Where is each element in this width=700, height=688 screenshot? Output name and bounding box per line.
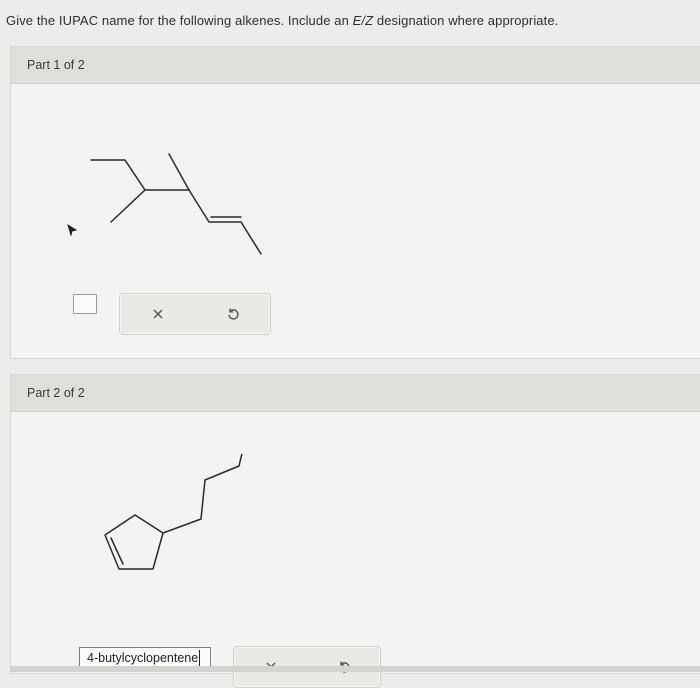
reset-button-part-1[interactable] <box>220 301 246 327</box>
ez-designation: E/Z <box>352 13 374 28</box>
cursor-icon <box>67 224 77 236</box>
part-1-header: Part 1 of 2 <box>11 47 700 84</box>
part-1-card: Part 1 of 2 <box>10 46 700 359</box>
part-1-title: Part 1 of 2 <box>27 58 85 72</box>
question-prefix: Give the IUPAC name for the following al… <box>6 13 353 28</box>
answer-input-part-1[interactable] <box>73 294 97 314</box>
bottom-strip <box>10 666 700 672</box>
alkene-structure-2 <box>104 454 243 570</box>
action-box-part-1 <box>119 293 271 335</box>
alkene-structure-1 <box>90 153 262 255</box>
part-2-card: Part 2 of 2 4-butylcyclopentene <box>10 374 700 688</box>
close-icon <box>153 309 162 319</box>
part-2-title: Part 2 of 2 <box>27 386 85 400</box>
answer-text-part-2: 4-butylcyclopentene <box>87 651 199 665</box>
question-text: Give the IUPAC name for the following al… <box>6 13 558 28</box>
undo-icon <box>227 308 239 320</box>
part-2-header: Part 2 of 2 <box>11 375 700 412</box>
text-caret <box>199 650 201 666</box>
question-suffix: designation where appropriate. <box>373 13 559 28</box>
clear-button-part-1[interactable] <box>145 301 171 327</box>
